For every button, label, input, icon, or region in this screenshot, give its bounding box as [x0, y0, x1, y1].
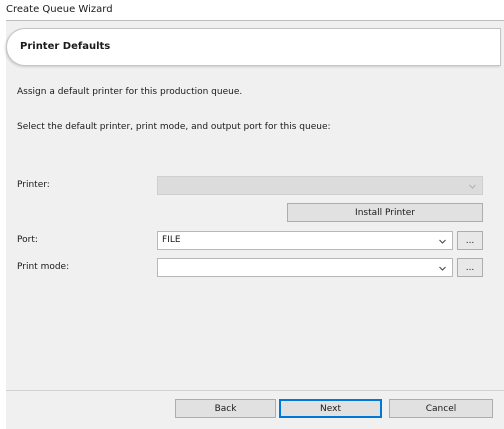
port-value: FILE [162, 235, 181, 245]
description-line-1: Assign a default printer for this produc… [17, 87, 243, 97]
cancel-button[interactable]: Cancel [389, 399, 493, 418]
chevron-down-icon [439, 239, 446, 244]
port-label: Port: [17, 235, 38, 245]
print-mode-browse-button[interactable]: ... [457, 258, 483, 277]
back-button[interactable]: Back [175, 399, 276, 418]
description-line-2: Select the default printer, print mode, … [17, 122, 331, 132]
printer-label: Printer: [17, 180, 50, 190]
port-browse-button[interactable]: ... [457, 231, 483, 250]
printer-dropdown[interactable] [157, 176, 483, 195]
chevron-down-icon [469, 184, 476, 189]
print-mode-label: Print mode: [17, 262, 70, 272]
port-dropdown[interactable]: FILE [157, 231, 453, 250]
wizard-panel [6, 20, 504, 429]
page-title: Printer Defaults [20, 41, 111, 52]
window-title: Create Queue Wizard [6, 4, 113, 15]
next-button[interactable]: Next [279, 399, 382, 418]
print-mode-dropdown[interactable] [157, 258, 453, 277]
install-printer-button[interactable]: Install Printer [287, 203, 483, 222]
chevron-down-icon [439, 266, 446, 271]
